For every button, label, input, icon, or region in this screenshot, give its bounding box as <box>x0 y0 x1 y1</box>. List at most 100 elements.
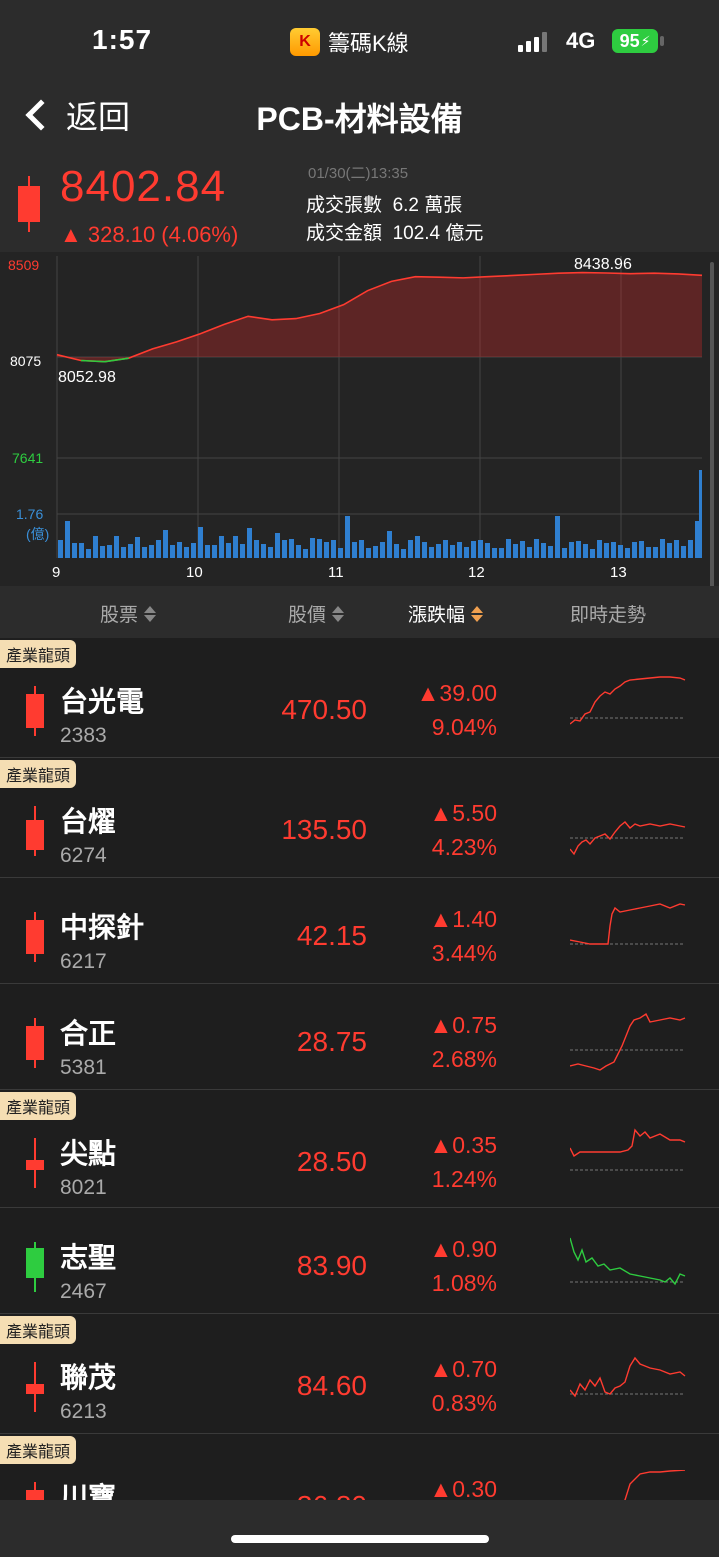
volume-max-label: 1.76 <box>16 506 44 522</box>
stock-row[interactable]: 中探針 6217 42.15 ▲1.40 3.44% <box>0 878 719 984</box>
index-summary: 8402.84 ▲ 328.10 (4.06%) 01/30(二)13:35 成… <box>0 152 719 252</box>
volume-bar <box>331 540 336 558</box>
stock-code: 8021 <box>60 1176 107 1199</box>
volume-bar <box>254 540 259 558</box>
volume-bar <box>674 540 679 558</box>
volume-bar <box>79 543 84 558</box>
intraday-chart[interactable]: 8509 8075 7641 8052.98 8438.96 1.76 (億) … <box>0 252 719 586</box>
volume-bar <box>548 546 553 558</box>
stock-price: 84.60 <box>296 1370 367 1401</box>
stock-change: ▲0.35 <box>429 1132 497 1158</box>
stock-price: 470.50 <box>281 694 367 725</box>
volume-bar <box>191 543 196 558</box>
network-label: 4G <box>566 28 596 53</box>
back-button[interactable]: 返回 <box>22 92 130 138</box>
stock-change-pct: 0.83% <box>431 1390 497 1416</box>
app-screen: 1:57 K 籌碼K線 4G 95 ⚡ PCB-材料設備 返回 8402.84 ▲… <box>0 0 719 1557</box>
volume-bar <box>212 545 217 558</box>
volume-bar <box>366 548 371 558</box>
stock-change: ▲0.90 <box>429 1236 497 1262</box>
header-price[interactable]: 股價 <box>288 600 345 627</box>
header-stock[interactable]: 股票 <box>100 600 157 627</box>
volume-bar <box>583 544 588 558</box>
volume-bar <box>205 545 210 558</box>
bottom-bar <box>0 1500 719 1557</box>
volume-bar-last <box>699 470 702 558</box>
volume-bar <box>632 542 637 558</box>
volume-bar <box>352 542 357 558</box>
trend-sparkline <box>570 1356 686 1398</box>
trend-sparkline <box>570 1128 686 1171</box>
volume-bar <box>429 547 434 558</box>
sort-active-icon <box>471 605 484 622</box>
volume-bar <box>408 540 413 558</box>
stock-name: 台光電 <box>60 686 145 717</box>
stock-change: ▲1.40 <box>429 906 497 932</box>
back-label: 返回 <box>66 99 131 135</box>
volume-bar <box>506 539 511 558</box>
stock-name: 聯茂 <box>60 1362 117 1393</box>
volume-bar <box>450 545 455 558</box>
volume-bar <box>163 530 168 558</box>
volume-bar <box>296 545 301 558</box>
candle-up-icon <box>26 1018 44 1068</box>
stock-row[interactable]: 合正 5381 28.75 ▲0.75 2.68% <box>0 984 719 1090</box>
y-axis-bottom-label: 7641 <box>12 450 44 466</box>
volume-bar <box>107 545 112 558</box>
volume-bar <box>688 540 693 558</box>
chevron-left-icon <box>25 99 57 131</box>
stock-row[interactable]: 產業龍頭 台燿 6274 135.50 ▲5.50 4.23% <box>0 758 719 878</box>
status-bar: 1:57 K 籌碼K線 4G 95 ⚡ <box>0 0 719 80</box>
candle-up-icon <box>26 1138 44 1188</box>
high-price-label: 8438.96 <box>574 256 632 273</box>
volume-bar <box>646 547 651 558</box>
volume-bar <box>93 536 98 558</box>
volume-bar <box>72 543 77 558</box>
volume-bar <box>534 539 539 558</box>
index-price: 8402.84 <box>60 162 227 211</box>
trend-sparkline <box>570 1012 686 1071</box>
stock-row[interactable]: 志聖 2467 83.90 ▲0.90 1.08% <box>0 1208 719 1314</box>
volume-bar <box>394 544 399 558</box>
volume-label: 成交張數 <box>306 195 383 216</box>
header-change[interactable]: 漲跌幅 <box>408 600 484 627</box>
stock-change-pct: 9.04% <box>431 714 497 740</box>
stock-code: 2467 <box>60 1280 107 1303</box>
volume-bar <box>604 543 609 558</box>
header-stock-label: 股票 <box>100 605 139 626</box>
volume-bar <box>387 531 392 558</box>
volume-bar <box>177 542 182 558</box>
volume-bar <box>149 545 154 558</box>
volume-stat: 成交張數 6.2 萬張 <box>306 190 462 217</box>
stock-row[interactable]: 產業龍頭 尖點 8021 28.50 ▲0.35 1.24% <box>0 1090 719 1208</box>
volume-bar <box>380 542 385 558</box>
y-axis-top-label: 8509 <box>8 257 40 273</box>
x-tick-10: 10 <box>186 564 203 581</box>
industry-leader-badge: 產業龍頭 <box>0 640 77 668</box>
volume-bar <box>261 544 266 558</box>
stock-code: 2383 <box>60 724 107 747</box>
trend-sparkline <box>570 1237 686 1286</box>
volume-bar <box>100 546 105 558</box>
volume-bar <box>457 542 462 558</box>
stock-code: 5381 <box>60 1056 107 1079</box>
stock-change-pct: 1.08% <box>431 1270 497 1296</box>
candle-down-icon <box>26 1242 44 1292</box>
volume-bar <box>562 548 567 558</box>
volume-bar <box>303 549 308 558</box>
volume-bar <box>65 521 70 558</box>
candle-up-icon <box>26 1362 44 1412</box>
volume-bar <box>618 545 623 558</box>
candle-up-icon <box>26 806 44 856</box>
stock-name: 合正 <box>60 1018 117 1049</box>
stock-row[interactable]: 產業龍頭 聯茂 6213 84.60 ▲0.70 0.83% <box>0 1314 719 1434</box>
battery-icon: 95 ⚡ <box>612 29 658 53</box>
stock-change: ▲0.75 <box>429 1012 497 1038</box>
home-indicator[interactable] <box>231 1535 489 1543</box>
stock-code: 6217 <box>60 950 107 973</box>
stock-row[interactable]: 產業龍頭 台光電 2383 470.50 ▲39.00 9.04% <box>0 638 719 758</box>
header-trend: 即時走勢 <box>570 600 646 627</box>
industry-leader-badge: 產業龍頭 <box>0 1092 77 1120</box>
stock-price: 28.50 <box>296 1146 367 1177</box>
stock-price: 83.90 <box>296 1250 367 1281</box>
